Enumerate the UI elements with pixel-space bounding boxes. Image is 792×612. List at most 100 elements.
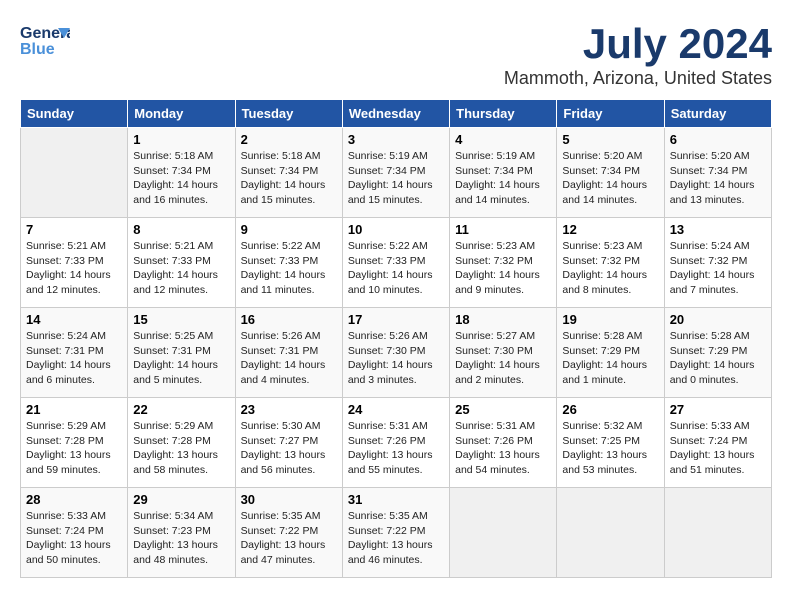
- calendar-cell: [664, 488, 771, 578]
- day-number: 15: [133, 312, 229, 327]
- day-number: 26: [562, 402, 658, 417]
- day-number: 27: [670, 402, 766, 417]
- day-number: 29: [133, 492, 229, 507]
- day-number: 19: [562, 312, 658, 327]
- calendar-cell: 9 Sunrise: 5:22 AM Sunset: 7:33 PM Daylig…: [235, 218, 342, 308]
- weekday-header: Tuesday: [235, 100, 342, 128]
- day-number: 30: [241, 492, 337, 507]
- calendar-cell: 10 Sunrise: 5:22 AM Sunset: 7:33 PM Dayli…: [342, 218, 449, 308]
- cell-content: Sunrise: 5:33 AM Sunset: 7:24 PM Dayligh…: [670, 419, 766, 478]
- calendar-cell: 15 Sunrise: 5:25 AM Sunset: 7:31 PM Dayli…: [128, 308, 235, 398]
- day-number: 3: [348, 132, 444, 147]
- cell-content: Sunrise: 5:32 AM Sunset: 7:25 PM Dayligh…: [562, 419, 658, 478]
- cell-content: Sunrise: 5:20 AM Sunset: 7:34 PM Dayligh…: [562, 149, 658, 208]
- cell-content: Sunrise: 5:23 AM Sunset: 7:32 PM Dayligh…: [455, 239, 551, 298]
- day-number: 4: [455, 132, 551, 147]
- calendar-cell: 6 Sunrise: 5:20 AM Sunset: 7:34 PM Daylig…: [664, 128, 771, 218]
- calendar-cell: 23 Sunrise: 5:30 AM Sunset: 7:27 PM Dayli…: [235, 398, 342, 488]
- calendar-cell: 1 Sunrise: 5:18 AM Sunset: 7:34 PM Daylig…: [128, 128, 235, 218]
- calendar-cell: 29 Sunrise: 5:34 AM Sunset: 7:23 PM Dayli…: [128, 488, 235, 578]
- day-number: 12: [562, 222, 658, 237]
- weekday-header: Thursday: [450, 100, 557, 128]
- day-number: 20: [670, 312, 766, 327]
- cell-content: Sunrise: 5:22 AM Sunset: 7:33 PM Dayligh…: [241, 239, 337, 298]
- calendar-body: 1 Sunrise: 5:18 AM Sunset: 7:34 PM Daylig…: [21, 128, 772, 578]
- cell-content: Sunrise: 5:29 AM Sunset: 7:28 PM Dayligh…: [133, 419, 229, 478]
- weekday-header: Sunday: [21, 100, 128, 128]
- calendar-week-row: 28Sunrise: 5:33 AM Sunset: 7:24 PM Dayli…: [21, 488, 772, 578]
- day-number: 21: [26, 402, 122, 417]
- cell-content: Sunrise: 5:20 AM Sunset: 7:34 PM Dayligh…: [670, 149, 766, 208]
- day-number: 22: [133, 402, 229, 417]
- calendar-cell: 30 Sunrise: 5:35 AM Sunset: 7:22 PM Dayli…: [235, 488, 342, 578]
- calendar-cell: 22 Sunrise: 5:29 AM Sunset: 7:28 PM Dayli…: [128, 398, 235, 488]
- cell-content: Sunrise: 5:24 AM Sunset: 7:32 PM Dayligh…: [670, 239, 766, 298]
- subtitle: Mammoth, Arizona, United States: [504, 68, 772, 89]
- title-area: July 2024 Mammoth, Arizona, United State…: [504, 20, 772, 89]
- calendar-cell: 26 Sunrise: 5:32 AM Sunset: 7:25 PM Dayli…: [557, 398, 664, 488]
- day-number: 17: [348, 312, 444, 327]
- calendar-cell: 21Sunrise: 5:29 AM Sunset: 7:28 PM Dayli…: [21, 398, 128, 488]
- calendar-week-row: 7 Sunrise: 5:21 AM Sunset: 7:33 PM Daylig…: [21, 218, 772, 308]
- calendar-cell: 27 Sunrise: 5:33 AM Sunset: 7:24 PM Dayli…: [664, 398, 771, 488]
- day-number: 6: [670, 132, 766, 147]
- calendar-cell: 3 Sunrise: 5:19 AM Sunset: 7:34 PM Daylig…: [342, 128, 449, 218]
- logo: General Blue: [20, 20, 74, 60]
- calendar-cell: 24 Sunrise: 5:31 AM Sunset: 7:26 PM Dayli…: [342, 398, 449, 488]
- calendar-table: SundayMondayTuesdayWednesdayThursdayFrid…: [20, 99, 772, 578]
- day-number: 18: [455, 312, 551, 327]
- cell-content: Sunrise: 5:31 AM Sunset: 7:26 PM Dayligh…: [348, 419, 444, 478]
- day-number: 10: [348, 222, 444, 237]
- day-number: 24: [348, 402, 444, 417]
- day-number: 7: [26, 222, 122, 237]
- svg-text:Blue: Blue: [20, 41, 55, 58]
- calendar-cell: 14 Sunrise: 5:24 AM Sunset: 7:31 PM Dayli…: [21, 308, 128, 398]
- calendar-cell: 5 Sunrise: 5:20 AM Sunset: 7:34 PM Daylig…: [557, 128, 664, 218]
- calendar-cell: 7 Sunrise: 5:21 AM Sunset: 7:33 PM Daylig…: [21, 218, 128, 308]
- day-number: 5: [562, 132, 658, 147]
- cell-content: Sunrise: 5:26 AM Sunset: 7:31 PM Dayligh…: [241, 329, 337, 388]
- cell-content: Sunrise: 5:25 AM Sunset: 7:31 PM Dayligh…: [133, 329, 229, 388]
- calendar-cell: 4 Sunrise: 5:19 AM Sunset: 7:34 PM Daylig…: [450, 128, 557, 218]
- calendar-cell: 16 Sunrise: 5:26 AM Sunset: 7:31 PM Dayli…: [235, 308, 342, 398]
- day-number: 14: [26, 312, 122, 327]
- weekday-header: Wednesday: [342, 100, 449, 128]
- cell-content: Sunrise: 5:19 AM Sunset: 7:34 PM Dayligh…: [455, 149, 551, 208]
- cell-content: Sunrise: 5:28 AM Sunset: 7:29 PM Dayligh…: [562, 329, 658, 388]
- cell-content: Sunrise: 5:24 AM Sunset: 7:31 PM Dayligh…: [26, 329, 122, 388]
- cell-content: Sunrise: 5:33 AM Sunset: 7:24 PM Dayligh…: [26, 509, 122, 568]
- cell-content: Sunrise: 5:26 AM Sunset: 7:30 PM Dayligh…: [348, 329, 444, 388]
- cell-content: Sunrise: 5:18 AM Sunset: 7:34 PM Dayligh…: [133, 149, 229, 208]
- calendar-cell: 25 Sunrise: 5:31 AM Sunset: 7:26 PM Dayli…: [450, 398, 557, 488]
- cell-content: Sunrise: 5:31 AM Sunset: 7:26 PM Dayligh…: [455, 419, 551, 478]
- header-row: SundayMondayTuesdayWednesdayThursdayFrid…: [21, 100, 772, 128]
- calendar-cell: 12Sunrise: 5:23 AM Sunset: 7:32 PM Dayli…: [557, 218, 664, 308]
- cell-content: Sunrise: 5:35 AM Sunset: 7:22 PM Dayligh…: [241, 509, 337, 568]
- header: General Blue July 2024 Mammoth, Arizona,…: [20, 20, 772, 89]
- weekday-header: Friday: [557, 100, 664, 128]
- weekday-header: Monday: [128, 100, 235, 128]
- main-title: July 2024: [504, 20, 772, 68]
- day-number: 25: [455, 402, 551, 417]
- cell-content: Sunrise: 5:35 AM Sunset: 7:22 PM Dayligh…: [348, 509, 444, 568]
- calendar-cell: 8Sunrise: 5:21 AM Sunset: 7:33 PM Daylig…: [128, 218, 235, 308]
- calendar-week-row: 21 Sunrise: 5:29 AM Sunset: 7:28 PM Dayli…: [21, 398, 772, 488]
- calendar-cell: 31Sunrise: 5:35 AM Sunset: 7:22 PM Dayli…: [342, 488, 449, 578]
- cell-content: Sunrise: 5:18 AM Sunset: 7:34 PM Dayligh…: [241, 149, 337, 208]
- cell-content: Sunrise: 5:19 AM Sunset: 7:34 PM Dayligh…: [348, 149, 444, 208]
- cell-content: Sunrise: 5:22 AM Sunset: 7:33 PM Dayligh…: [348, 239, 444, 298]
- day-number: 13: [670, 222, 766, 237]
- cell-content: Sunrise: 5:30 AM Sunset: 7:27 PM Dayligh…: [241, 419, 337, 478]
- day-number: 9: [241, 222, 337, 237]
- day-number: 11: [455, 222, 551, 237]
- day-number: 16: [241, 312, 337, 327]
- day-number: 23: [241, 402, 337, 417]
- calendar-week-row: 14 Sunrise: 5:24 AM Sunset: 7:31 PM Dayli…: [21, 308, 772, 398]
- calendar-cell: 2Sunrise: 5:18 AM Sunset: 7:34 PM Daylig…: [235, 128, 342, 218]
- cell-content: Sunrise: 5:34 AM Sunset: 7:23 PM Dayligh…: [133, 509, 229, 568]
- calendar-header: SundayMondayTuesdayWednesdayThursdayFrid…: [21, 100, 772, 128]
- cell-content: Sunrise: 5:21 AM Sunset: 7:33 PM Dayligh…: [26, 239, 122, 298]
- cell-content: Sunrise: 5:27 AM Sunset: 7:30 PM Dayligh…: [455, 329, 551, 388]
- cell-content: Sunrise: 5:28 AM Sunset: 7:29 PM Dayligh…: [670, 329, 766, 388]
- day-number: 1: [133, 132, 229, 147]
